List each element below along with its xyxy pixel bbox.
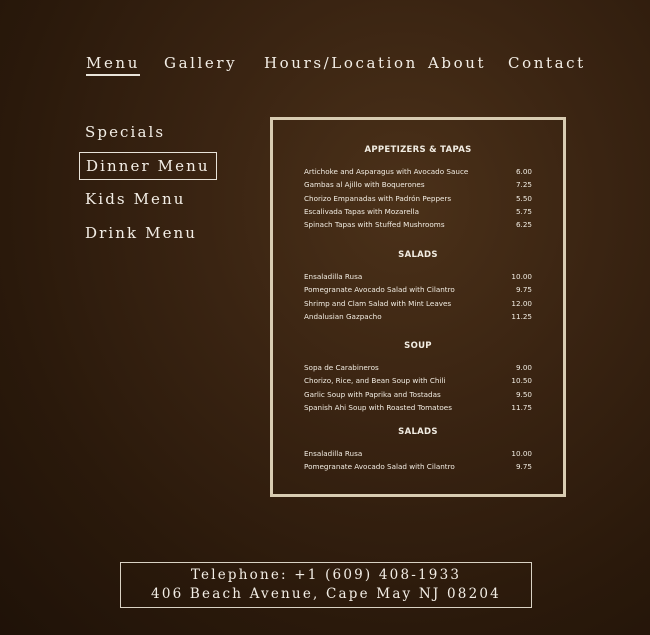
nav-gallery-link[interactable]: Gallery — [164, 54, 237, 72]
nav-contact-link[interactable]: Contact — [508, 54, 586, 72]
menu-item-row: Pomegranate Avocado Salad with Cilantro … — [273, 460, 563, 473]
menu-item-row: Andalusian Gazpacho 11.25 — [273, 310, 563, 323]
section-title: SOUP — [404, 341, 432, 351]
footer-address: 406 Beach Avenue, Cape May NJ 08204 — [151, 586, 501, 602]
menu-item-price: 7.25 — [515, 180, 532, 190]
menu-item-row: Spinach Tapas with Stuffed Mushrooms 6.2… — [273, 218, 563, 231]
top-navigation: Menu Gallery Hours/Location About Contac… — [0, 54, 650, 76]
dinner-menu-card: APPETIZERS & TAPAS Artichoke and Asparag… — [270, 117, 566, 497]
menu-item-name: Escalivada Tapas with Mozarella — [304, 206, 420, 216]
menu-item-name: Artichoke and Asparagus with Avocado Sau… — [304, 167, 469, 176]
menu-item-price: 6.00 — [515, 167, 532, 176]
menu-item-price: 10.50 — [511, 376, 532, 386]
contact-footer: Telephone: +1 (609) 408-1933 406 Beach A… — [120, 562, 532, 608]
menu-item-name: Gambas al Ajillo with Boquerones — [304, 180, 425, 190]
menu-item-price: 5.75 — [515, 206, 532, 216]
menu-section-soup: SOUP Sopa de Carabineros 9.00 Chorizo, R… — [273, 340, 563, 414]
side-kids-menu-link[interactable]: Kids Menu — [79, 186, 192, 212]
menu-item-row: Chorizo Empanadas with Padrón Peppers 5.… — [273, 192, 563, 205]
menu-item-price: 11.25 — [511, 311, 532, 321]
menu-item-row: Ensaladilla Rusa 10.00 — [273, 447, 563, 460]
menu-item-row: Garlic Soup with Paprika and Tostadas 9.… — [273, 388, 563, 401]
menu-item-price: 12.00 — [511, 298, 532, 308]
section-title: APPETIZERS & TAPAS — [364, 145, 472, 155]
side-dinner-menu-link[interactable]: Dinner Menu — [79, 152, 217, 180]
menu-item-name: Pomegranate Avocado Salad with Cilantro — [304, 462, 455, 472]
menu-item-name: Garlic Soup with Paprika and Tostadas — [304, 389, 441, 399]
menu-item-name: Andalusian Gazpacho — [304, 311, 382, 321]
menu-item-row: Sopa de Carabineros 9.00 — [273, 361, 563, 374]
side-specials-link[interactable]: Specials — [79, 119, 171, 145]
menu-item-name: Chorizo Empanadas with Padrón Peppers — [304, 193, 452, 203]
section-title: SALADS — [398, 250, 438, 260]
menu-item-price: 9.75 — [515, 462, 532, 472]
menu-item-row: Ensaladilla Rusa 10.00 — [273, 270, 563, 283]
menu-item-row: Pomegranate Avocado Salad with Cilantro … — [273, 283, 563, 296]
menu-item-price: 5.50 — [515, 193, 532, 203]
menu-item-row: Spanish Ahi Soup with Roasted Tomatoes 1… — [273, 401, 563, 414]
section-title: SALADS — [398, 427, 438, 437]
menu-item-name: Sopa de Carabineros — [304, 363, 379, 372]
menu-item-price: 9.75 — [515, 285, 532, 295]
side-drink-menu-link[interactable]: Drink Menu — [79, 220, 203, 246]
footer-telephone: Telephone: +1 (609) 408-1933 — [190, 567, 462, 583]
menu-item-price: 11.75 — [511, 402, 532, 412]
menu-item-name: Shrimp and Clam Salad with Mint Leaves — [304, 298, 452, 308]
menu-item-name: Spanish Ahi Soup with Roasted Tomatoes — [304, 402, 452, 412]
menu-item-name: Chorizo, Rice, and Bean Soup with Chili — [304, 376, 446, 386]
menu-item-name: Ensaladilla Rusa — [304, 272, 363, 281]
menu-item-row: Gambas al Ajillo with Boquerones 7.25 — [273, 178, 563, 191]
menu-section-salads-2: SALADS Ensaladilla Rusa 10.00 Pomegranat… — [273, 426, 563, 474]
menu-item-price: 6.25 — [515, 220, 532, 230]
menu-item-row: Chorizo, Rice, and Bean Soup with Chili … — [273, 374, 563, 387]
menu-item-price: 9.50 — [515, 389, 532, 399]
menu-item-row: Escalivada Tapas with Mozarella 5.75 — [273, 205, 563, 218]
menu-section-appetizers: APPETIZERS & TAPAS Artichoke and Asparag… — [273, 144, 563, 231]
menu-item-price: 9.00 — [515, 363, 532, 372]
menu-item-price: 10.00 — [511, 449, 532, 458]
nav-hours-location-link[interactable]: Hours/Location — [264, 54, 418, 72]
menu-item-name: Spinach Tapas with Stuffed Mushrooms — [304, 220, 445, 230]
menu-item-row: Shrimp and Clam Salad with Mint Leaves 1… — [273, 297, 563, 310]
menu-item-name: Pomegranate Avocado Salad with Cilantro — [304, 285, 455, 295]
nav-menu-link[interactable]: Menu — [86, 54, 140, 76]
menu-item-row: Artichoke and Asparagus with Avocado Sau… — [273, 165, 563, 178]
menu-item-price: 10.00 — [511, 272, 532, 281]
nav-about-link[interactable]: About — [428, 54, 486, 72]
menu-section-salads: SALADS Ensaladilla Rusa 10.00 Pomegranat… — [273, 249, 563, 323]
menu-item-name: Ensaladilla Rusa — [304, 449, 363, 458]
